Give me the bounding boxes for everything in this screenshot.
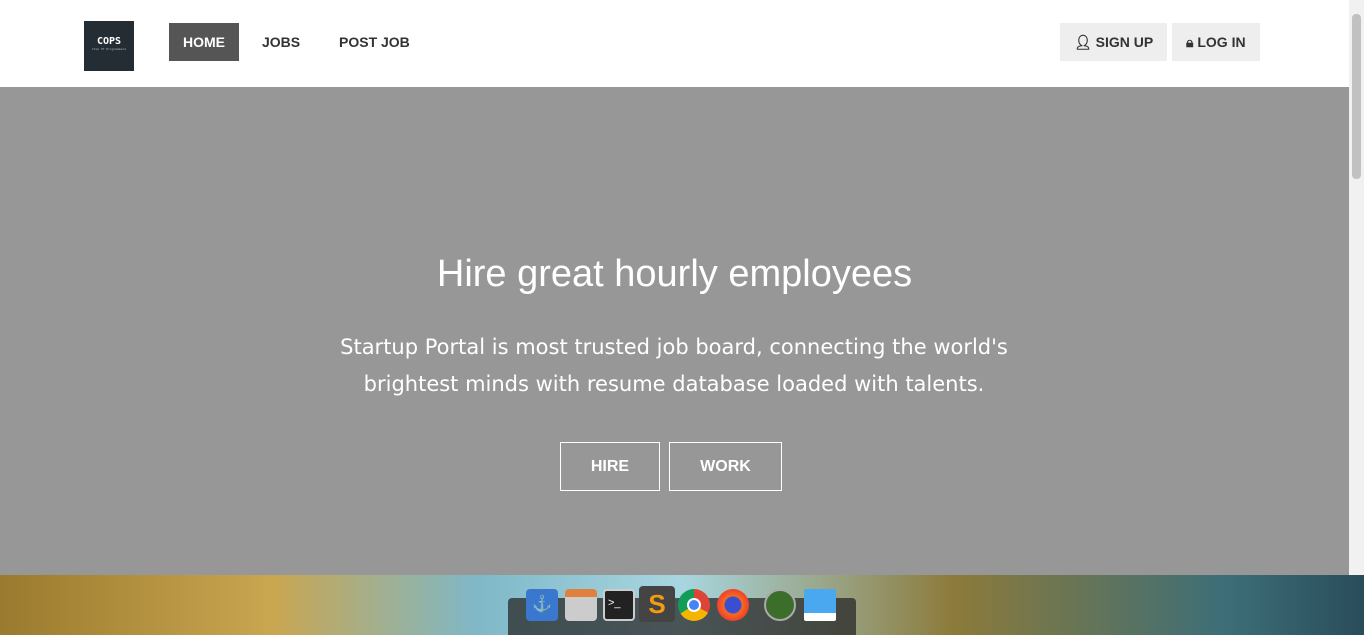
scrollbar[interactable]: [1349, 0, 1364, 575]
nav-post-job[interactable]: POST JOB: [325, 23, 424, 61]
scrollbar-thumb[interactable]: [1352, 14, 1361, 179]
file-cabinet-icon[interactable]: [565, 589, 597, 621]
terminal-icon[interactable]: >_: [603, 589, 635, 621]
lock-icon: 🔒︎: [1186, 34, 1198, 50]
hero-title: Hire great hourly employees: [436, 253, 913, 295]
work-button[interactable]: WORK: [669, 442, 782, 491]
hero-subtitle: Startup Portal is most trusted job board…: [340, 335, 1008, 396]
desktop-background: ⚓ >_ S: [0, 575, 1364, 635]
logo-subtext: Club Of Programmers: [91, 47, 127, 51]
anchor-icon[interactable]: ⚓: [526, 589, 558, 621]
sublime-text-icon[interactable]: S: [639, 586, 675, 622]
sign-up-button[interactable]: 👤︎ SIGN UP: [1060, 23, 1168, 61]
user-icon: 👤︎: [1074, 34, 1096, 50]
log-in-label: LOG IN: [1197, 34, 1246, 50]
firefox-icon[interactable]: [717, 589, 749, 621]
window-icon[interactable]: [804, 589, 836, 621]
nav-jobs[interactable]: JOBS: [248, 23, 314, 61]
hero-section: Hire great hourly employees Startup Port…: [0, 87, 1349, 575]
top-navbar: COPS Club Of Programmers HOME JOBS POST J…: [0, 0, 1349, 87]
logo[interactable]: COPS Club Of Programmers: [84, 21, 134, 71]
nav-home[interactable]: HOME: [169, 23, 239, 61]
chrome-icon[interactable]: [678, 589, 710, 621]
logo-text: COPS: [96, 36, 122, 47]
log-in-button[interactable]: 🔒︎ LOG IN: [1172, 23, 1260, 61]
radar-icon[interactable]: [764, 589, 796, 621]
hire-button[interactable]: HIRE: [560, 442, 660, 491]
sign-up-label: SIGN UP: [1095, 34, 1154, 50]
